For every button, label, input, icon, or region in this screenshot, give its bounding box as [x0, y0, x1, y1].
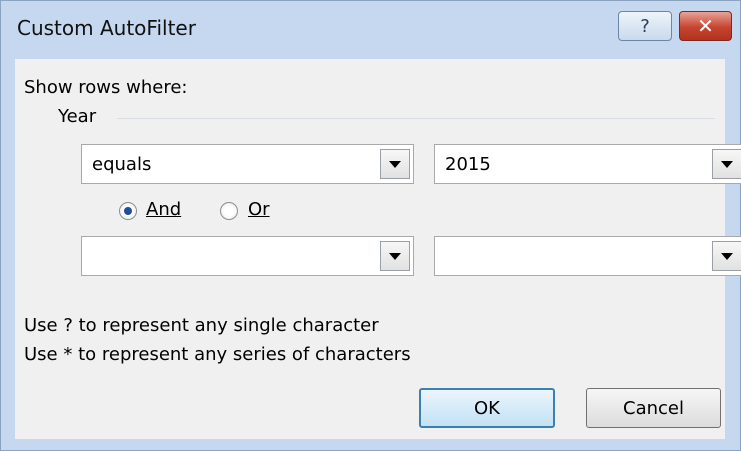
operator1-value: equals	[92, 154, 152, 175]
value1-dropdown-button[interactable]	[712, 149, 741, 179]
value2-combobox[interactable]	[434, 236, 741, 276]
and-label[interactable]: And	[146, 199, 181, 220]
operator2-select[interactable]	[81, 236, 414, 276]
field-name-label: Year	[58, 106, 97, 127]
title-bar[interactable]: Custom AutoFilter ? ✕	[1, 1, 740, 57]
help-button[interactable]: ?	[618, 11, 672, 41]
value2-dropdown-button[interactable]	[712, 241, 741, 271]
dialog-title: Custom AutoFilter	[17, 16, 196, 40]
group-divider	[117, 118, 715, 119]
and-label-text: And	[146, 199, 182, 220]
hint-series-characters: Use * to represent any series of charact…	[24, 344, 411, 365]
ok-button[interactable]: OK	[419, 388, 555, 428]
close-icon: ✕	[697, 14, 714, 38]
operator1-select[interactable]: equals	[81, 144, 414, 184]
show-rows-label: Show rows where:	[24, 77, 188, 98]
chevron-down-icon	[389, 160, 401, 168]
hint-single-character: Use ? to represent any single character	[24, 315, 379, 336]
value1-combobox[interactable]: 2015	[434, 144, 741, 184]
or-radio[interactable]	[220, 202, 238, 220]
chevron-down-icon	[389, 252, 401, 260]
dialog-body: Show rows where: Year equals 2015 And Or	[15, 59, 741, 439]
operator1-dropdown-button[interactable]	[380, 149, 410, 179]
or-label-text: Or	[248, 199, 270, 220]
question-mark-icon: ?	[640, 15, 650, 37]
cancel-button[interactable]: Cancel	[586, 388, 721, 428]
chevron-down-icon	[721, 160, 733, 168]
chevron-down-icon	[721, 252, 733, 260]
and-radio[interactable]	[119, 202, 137, 220]
operator2-dropdown-button[interactable]	[380, 241, 410, 271]
value1-value: 2015	[445, 154, 491, 175]
close-button[interactable]: ✕	[679, 11, 732, 41]
or-label[interactable]: Or	[248, 199, 270, 220]
custom-autofilter-dialog: Custom AutoFilter ? ✕ Show rows where: Y…	[0, 0, 741, 451]
